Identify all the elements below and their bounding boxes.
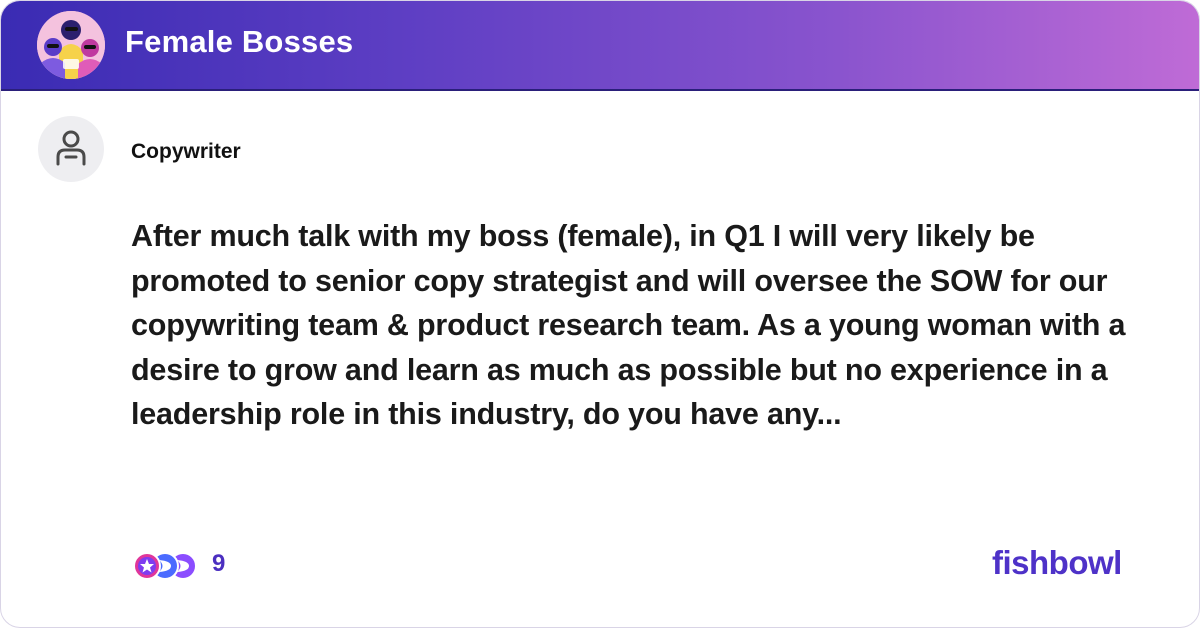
post-body[interactable]: After much talk with my boss (female), i… xyxy=(131,214,1161,437)
fishbowl-logo[interactable]: fishbowl xyxy=(992,544,1122,582)
group-illustration-icon[interactable] xyxy=(37,11,105,79)
heart-reaction-icon xyxy=(133,552,161,580)
group-title[interactable]: Female Bosses xyxy=(125,24,353,60)
anonymous-user-icon xyxy=(38,116,104,182)
group-header: Female Bosses xyxy=(1,1,1199,91)
reaction-count[interactable]: 9 xyxy=(212,550,225,578)
author-role: Copywriter xyxy=(131,140,241,163)
post-card[interactable]: Female Bosses Copywriter After much talk… xyxy=(0,0,1200,628)
reactions-group[interactable] xyxy=(131,550,201,582)
